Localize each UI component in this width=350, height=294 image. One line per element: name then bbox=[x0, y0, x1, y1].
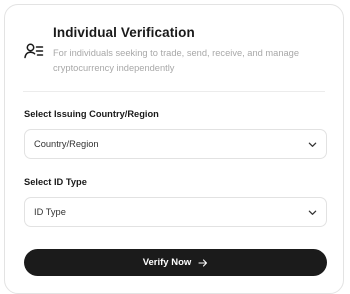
country-select[interactable]: Country/Region bbox=[24, 129, 327, 159]
arrow-right-icon bbox=[198, 258, 208, 267]
country-select-value: Country/Region bbox=[34, 139, 99, 149]
page-subtitle: For individuals seeking to trade, send, … bbox=[53, 48, 299, 73]
verification-header: Individual Verification For individuals … bbox=[5, 5, 343, 91]
country-field-label: Select Issuing Country/Region bbox=[24, 109, 159, 119]
id-type-field-label: Select ID Type bbox=[24, 177, 87, 187]
chevron-down-icon bbox=[308, 210, 317, 215]
chevron-down-icon bbox=[308, 142, 317, 147]
verification-card: Individual Verification For individuals … bbox=[4, 4, 344, 294]
verify-now-label: Verify Now bbox=[142, 257, 192, 268]
id-type-select[interactable]: ID Type bbox=[24, 197, 327, 227]
id-type-select-value: ID Type bbox=[34, 207, 66, 217]
header-divider bbox=[23, 91, 325, 92]
verify-now-button[interactable]: Verify Now bbox=[24, 249, 327, 276]
page-title: Individual Verification bbox=[53, 25, 195, 40]
person-list-icon bbox=[24, 43, 44, 59]
